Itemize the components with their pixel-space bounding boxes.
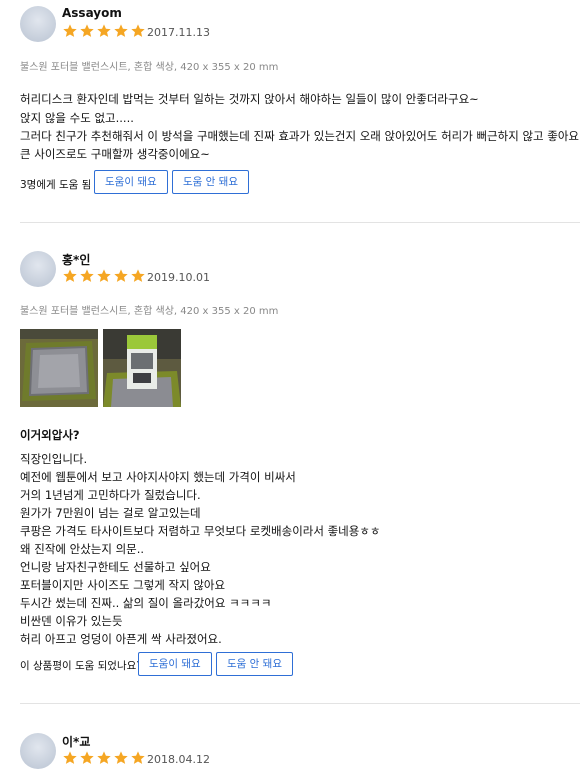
review-photo[interactable] xyxy=(20,329,98,407)
reviewer-name: Assayom xyxy=(62,6,122,20)
helpful-button[interactable]: 도움이 돼요 xyxy=(138,652,212,676)
review-text-line: 직장인입니다. xyxy=(20,452,88,466)
review-divider xyxy=(20,222,580,223)
star-rating xyxy=(62,750,146,766)
star-icon xyxy=(80,751,94,764)
review-text-line: 비싼덴 이유가 있는듯 xyxy=(20,614,123,628)
review-text-line: 그러다 친구가 추천해줘서 이 방석을 구매했는데 진짜 효과가 있는건지 오래… xyxy=(20,129,580,143)
star-rating xyxy=(62,268,146,284)
review-photo[interactable] xyxy=(103,329,181,407)
star-icon xyxy=(114,751,128,764)
star-icon xyxy=(97,269,111,282)
star-icon xyxy=(80,269,94,282)
review-text-line: 큰 사이즈로도 구매할까 생각중이에요~ xyxy=(20,147,210,161)
review-text-line: 거의 1년넘게 고민하다가 질렀습니다. xyxy=(20,488,201,502)
not-helpful-button[interactable]: 도움 안 돼요 xyxy=(216,652,293,676)
helpful-count: 3명에게 도움 됨 xyxy=(20,179,92,191)
review-headline: 이거외압사? xyxy=(20,428,80,442)
star-rating xyxy=(62,23,146,39)
review-text-line: 허리 아프고 엉덩이 아픈게 싹 사라졌어요. xyxy=(20,632,222,646)
star-icon xyxy=(114,269,128,282)
seat-cushion-photo xyxy=(20,329,98,407)
review-text-line: 원가가 7만원이 넘는 걸로 알고있는데 xyxy=(20,506,201,520)
review-date: 2017.11.13 xyxy=(147,26,210,39)
product-option: 불스원 포터블 밸런스시트, 혼합 색상, 420 x 355 x 20 mm xyxy=(20,306,279,317)
review-text-line: 앉지 않을 수도 없고..... xyxy=(20,111,134,125)
star-icon xyxy=(63,24,77,37)
reviewer-name: 홍*인 xyxy=(62,253,91,267)
star-icon xyxy=(80,24,94,37)
product-package-photo xyxy=(103,329,181,407)
avatar xyxy=(20,251,56,287)
avatar xyxy=(20,733,56,769)
review-text-line: 예전에 웹툰에서 보고 사야지사야지 했는데 가격이 비싸서 xyxy=(20,470,296,484)
star-icon xyxy=(63,269,77,282)
review-divider xyxy=(20,703,580,704)
star-icon xyxy=(63,751,77,764)
reviewer-name: 이*교 xyxy=(62,735,91,749)
avatar xyxy=(20,6,56,42)
star-icon xyxy=(97,24,111,37)
not-helpful-button[interactable]: 도움 안 돼요 xyxy=(172,170,249,194)
star-icon xyxy=(131,269,145,282)
review-text-line: 포터블이지만 사이즈도 그렇게 작지 않아요 xyxy=(20,578,226,592)
star-icon xyxy=(97,751,111,764)
review-text-line: 왜 진작에 안샀는지 의문.. xyxy=(20,542,145,556)
review-text-line: 언니랑 남자친구한테도 선물하고 싶어요 xyxy=(20,560,211,574)
review-text-line: 두시간 썼는데 진짜.. 삶의 질이 올라갔어요 ㅋㅋㅋㅋ xyxy=(20,596,272,610)
star-icon xyxy=(131,751,145,764)
review-date: 2018.04.12 xyxy=(147,753,210,766)
helpful-button[interactable]: 도움이 돼요 xyxy=(94,170,168,194)
review-text-line: 쿠팡은 가격도 타사이트보다 저렴하고 무엇보다 로켓배송이라서 좋네용ㅎㅎ xyxy=(20,524,381,538)
review-text-line: 허리디스크 환자인데 밥먹는 것부터 일하는 것까지 앉아서 해야하는 일들이 … xyxy=(20,92,479,106)
helpful-question: 이 상품평이 도움 되었나요? xyxy=(20,660,142,672)
product-option: 불스원 포터블 밸런스시트, 혼합 색상, 420 x 355 x 20 mm xyxy=(20,62,279,73)
review-date: 2019.10.01 xyxy=(147,271,210,284)
star-icon xyxy=(131,24,145,37)
star-icon xyxy=(114,24,128,37)
